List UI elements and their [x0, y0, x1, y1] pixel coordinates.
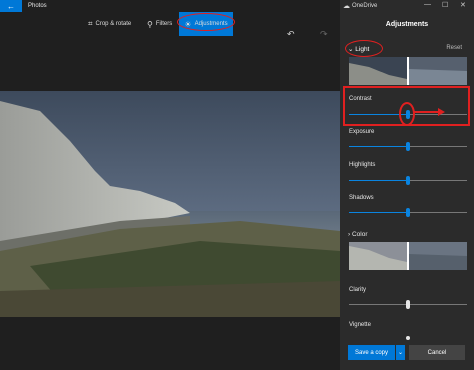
clarity-label: Clarity: [349, 287, 367, 293]
back-button[interactable]: ←: [0, 0, 22, 12]
annotation-arrow-icon: [438, 108, 445, 116]
color-label: Color: [351, 231, 368, 238]
chevron-down-icon: ⌄: [397, 350, 404, 356]
highlights-label: Highlights: [349, 162, 376, 168]
shadows-label: Shadows: [349, 195, 374, 201]
color-section-toggle[interactable]: › Color: [348, 231, 368, 238]
photos-app-window: ← Photos ⌗ Crop & rotate ⚲ Filters ☀ Adj…: [0, 0, 474, 370]
cancel-button[interactable]: Cancel: [409, 345, 465, 360]
save-copy-button[interactable]: Save a copy: [348, 345, 395, 360]
exposure-slider-fill: [349, 146, 408, 147]
save-options-button[interactable]: ⌄: [396, 345, 405, 360]
app-title: Photos: [28, 3, 47, 9]
filters-label: Filters: [155, 21, 173, 27]
exposure-slider-thumb[interactable]: [406, 142, 410, 151]
chevron-right-icon: ›: [348, 231, 351, 238]
panel-actions: Save a copy ⌄ Cancel: [340, 345, 474, 361]
light-preview-image: [349, 57, 467, 85]
color-preview-image: [349, 242, 467, 270]
close-icon[interactable]: ✕: [460, 1, 466, 9]
light-preview-strip[interactable]: [349, 57, 467, 85]
exposure-slider[interactable]: [349, 142, 467, 151]
clarity-slider-thumb[interactable]: [406, 300, 410, 309]
crop-rotate-label: Crop & rotate: [95, 21, 132, 27]
reset-button[interactable]: Reset: [446, 45, 462, 51]
exposure-label: Exposure: [349, 129, 375, 135]
shadows-slider-thumb[interactable]: [406, 208, 410, 217]
light-annotation-ring: [345, 40, 383, 57]
crop-icon: ⌗: [88, 19, 93, 28]
photo-canvas: [0, 91, 340, 317]
highlights-slider-fill: [349, 180, 408, 181]
highlights-slider-thumb[interactable]: [406, 176, 410, 185]
edit-toolbar: ⌗ Crop & rotate ⚲ Filters ☀ Adjustments …: [0, 12, 340, 39]
vignette-slider[interactable]: [349, 336, 467, 340]
onedrive-label: OneDrive: [352, 3, 378, 9]
onedrive-cloud-icon: ☁: [343, 3, 350, 10]
clarity-slider[interactable]: [349, 300, 467, 309]
adjustments-annotation-ring: [177, 13, 235, 31]
highlights-slider[interactable]: [349, 176, 467, 185]
contrast-thumb-annotation-ring: [399, 102, 415, 126]
title-bar: ← Photos: [0, 0, 340, 12]
panel-heading: Adjustments: [385, 21, 429, 28]
redo-icon[interactable]: ↷: [320, 29, 328, 40]
annotation-arrow-shaft: [413, 111, 440, 113]
filters-icon: ⚲: [147, 19, 153, 29]
maximize-icon[interactable]: ☐: [442, 1, 448, 9]
minimize-icon[interactable]: —: [424, 1, 431, 8]
cliff-landscape-photo: [0, 91, 340, 317]
shadows-slider[interactable]: [349, 208, 467, 217]
crop-rotate-button[interactable]: ⌗ Crop & rotate: [88, 16, 131, 32]
back-arrow-icon: ←: [7, 1, 15, 11]
panel-title-bar: ☁ OneDrive — ☐ ✕: [340, 0, 474, 12]
color-preview-strip[interactable]: [349, 242, 467, 270]
undo-icon[interactable]: ↶: [287, 29, 295, 40]
filters-button[interactable]: ⚲ Filters: [147, 16, 172, 32]
vignette-label: Vignette: [349, 322, 371, 328]
shadows-slider-fill: [349, 212, 408, 213]
vignette-slider-thumb[interactable]: [406, 336, 410, 340]
